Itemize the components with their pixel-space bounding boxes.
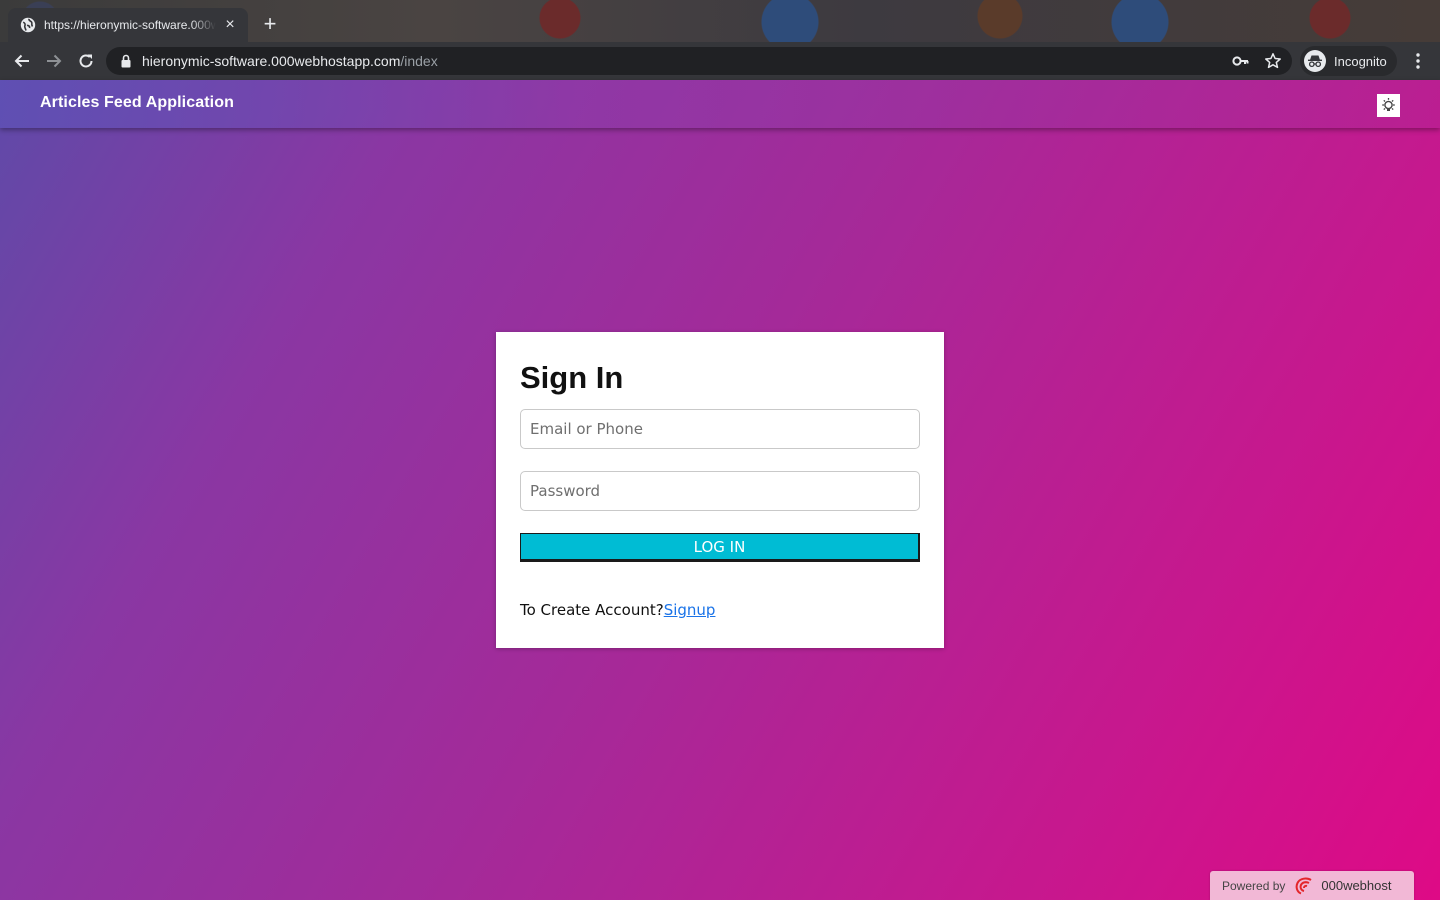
powered-by-badge[interactable]: Powered by 000webhost xyxy=(1210,871,1414,900)
webhost-brand: 000webhost xyxy=(1321,878,1392,893)
log-in-button[interactable]: LOG IN xyxy=(520,533,920,562)
email-field[interactable] xyxy=(520,409,920,449)
signup-prompt: To Create Account? xyxy=(520,601,664,619)
powered-by-label: Powered by xyxy=(1222,878,1286,893)
tab-strip: https://hieronymic-software.000webhostap… xyxy=(0,0,1440,42)
incognito-indicator[interactable]: Incognito xyxy=(1300,46,1397,76)
light-bulb-icon xyxy=(1382,98,1395,111)
star-bookmark-icon[interactable] xyxy=(1264,52,1282,70)
lock-icon xyxy=(121,54,131,68)
password-field[interactable] xyxy=(520,471,920,511)
url-path: /index xyxy=(400,53,438,69)
signup-link[interactable]: Signup xyxy=(664,601,716,619)
globe-icon xyxy=(20,17,36,33)
forward-arrow-icon[interactable] xyxy=(44,51,64,71)
url-text: hieronymic-software.000webhostapp.com/in… xyxy=(142,53,438,69)
key-icon[interactable] xyxy=(1232,53,1250,69)
url-host: hieronymic-software.000webhostapp.com xyxy=(142,53,401,69)
more-menu-icon[interactable] xyxy=(1410,52,1426,70)
sign-in-card: Sign In LOG IN To Create Account?Signup xyxy=(496,332,944,648)
address-bar[interactable]: hieronymic-software.000webhostapp.com/in… xyxy=(106,47,1292,75)
sign-in-heading: Sign In xyxy=(520,360,624,395)
theme-toggle-button[interactable] xyxy=(1377,94,1400,117)
browser-tab[interactable]: https://hieronymic-software.000webhostap… xyxy=(8,8,248,42)
page-background: Articles Feed Application Sign In LOG IN… xyxy=(0,80,1440,900)
app-bar: Articles Feed Application xyxy=(0,80,1440,128)
signup-row: To Create Account?Signup xyxy=(520,601,715,619)
incognito-label: Incognito xyxy=(1334,53,1387,69)
back-arrow-icon[interactable] xyxy=(12,51,32,71)
incognito-icon xyxy=(1304,50,1326,72)
new-tab-button[interactable]: + xyxy=(258,13,282,37)
browser-toolbar: hieronymic-software.000webhostapp.com/in… xyxy=(0,42,1440,80)
app-title[interactable]: Articles Feed Application xyxy=(40,94,234,112)
reload-icon[interactable] xyxy=(76,51,96,71)
000webhost-logo-icon xyxy=(1296,877,1312,894)
tab-title: https://hieronymic-software.000webhostap… xyxy=(44,18,216,32)
close-tab-icon[interactable]: × xyxy=(222,16,238,34)
